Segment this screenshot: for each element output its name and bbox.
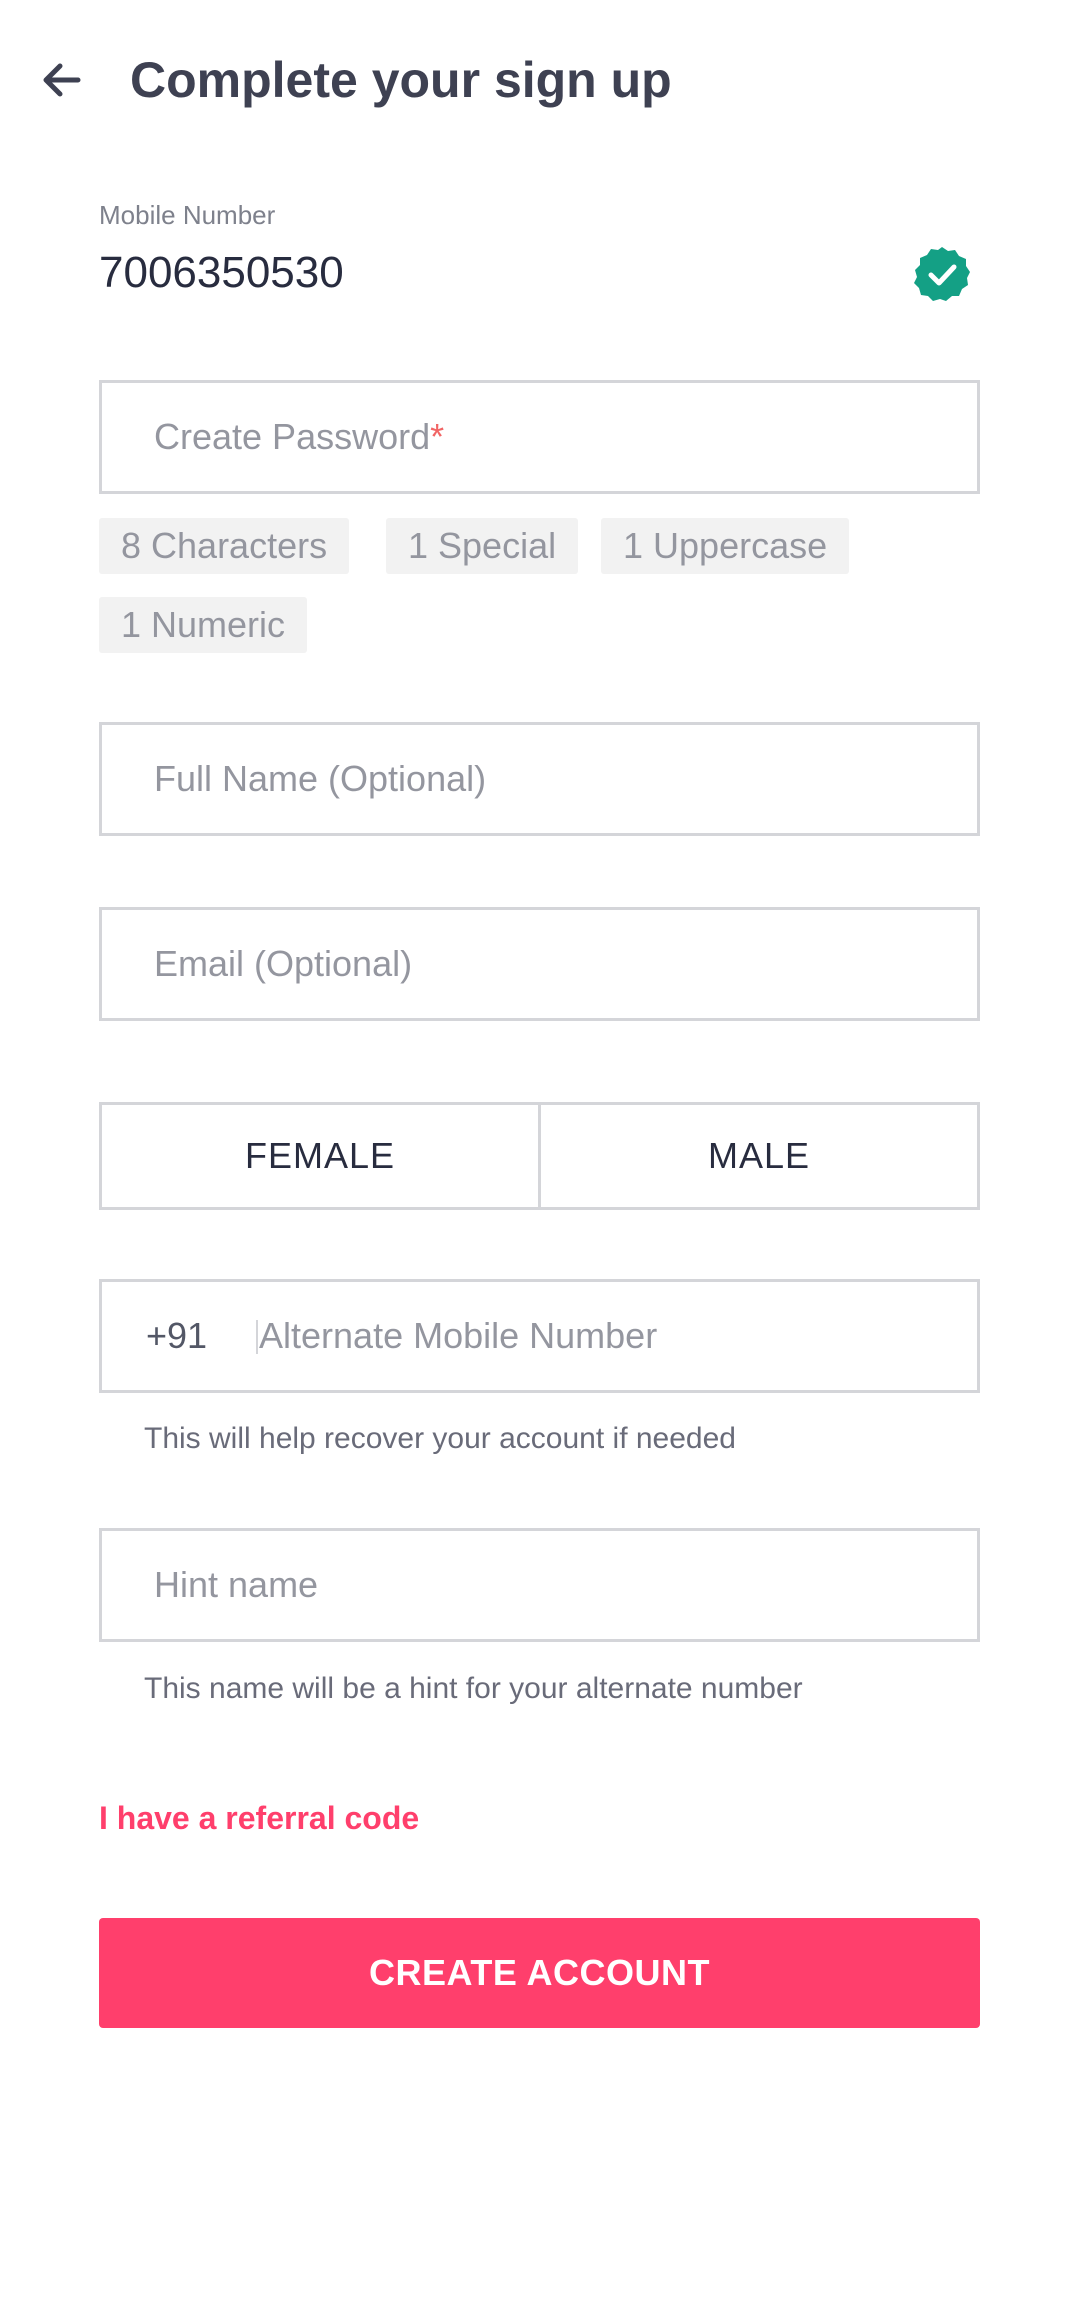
email-input[interactable]: [102, 910, 977, 1018]
alternate-mobile-helper: This will help recover your account if n…: [144, 1422, 736, 1455]
gender-female-button[interactable]: FEMALE: [102, 1105, 538, 1207]
gender-male-button[interactable]: MALE: [538, 1105, 977, 1207]
create-account-button[interactable]: CREATE ACCOUNT: [99, 1918, 980, 2028]
rule-chip-uppercase: 1 Uppercase: [601, 518, 850, 574]
alternate-mobile-field[interactable]: +91: [99, 1279, 980, 1393]
rule-chip-special: 1 Special: [386, 518, 579, 574]
email-field[interactable]: [99, 907, 980, 1021]
password-input[interactable]: [102, 383, 977, 491]
referral-code-link[interactable]: I have a referral code: [99, 1800, 419, 1837]
hint-name-field[interactable]: [99, 1528, 980, 1642]
password-field[interactable]: Create Password *: [99, 380, 980, 494]
rule-chip-numeric: 1 Numeric: [99, 597, 308, 653]
page-title: Complete your sign up: [130, 52, 672, 108]
arrow-left-icon: [43, 63, 81, 97]
mobile-number-label: Mobile Number: [99, 200, 276, 230]
alternate-mobile-input[interactable]: [102, 1282, 977, 1390]
full-name-input[interactable]: [102, 725, 977, 833]
gender-selector: FEMALE MALE: [99, 1102, 980, 1210]
app-header: Complete your sign up: [0, 0, 1080, 160]
hint-name-input[interactable]: [102, 1531, 977, 1639]
full-name-field[interactable]: [99, 722, 980, 836]
mobile-number-value: 7006350530: [99, 248, 344, 297]
country-code-prefix: +91: [146, 1315, 208, 1356]
hint-name-helper: This name will be a hint for your altern…: [144, 1672, 803, 1705]
verified-check-icon: [914, 247, 970, 301]
back-button[interactable]: [30, 48, 94, 112]
prefix-divider: [256, 1320, 258, 1354]
rule-chip-characters: 8 Characters: [99, 518, 350, 574]
